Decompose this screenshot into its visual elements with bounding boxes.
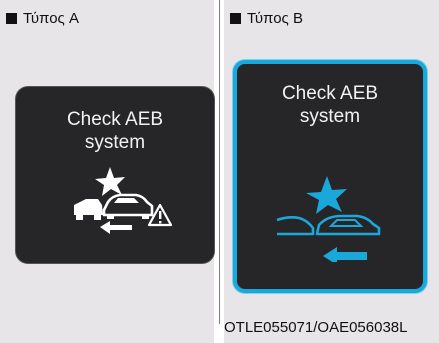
type-b-label-text: Τύπος B <box>247 10 303 27</box>
type-b-label: Τύπος B <box>230 10 303 27</box>
warning-message-line2: system <box>299 106 361 127</box>
bullet-square-icon <box>230 13 241 24</box>
warning-message: Check AEB system <box>237 82 423 128</box>
cluster-display-type-b: Check AEB system <box>233 60 427 293</box>
bullet-square-icon <box>6 13 17 24</box>
warning-message: Check AEB system <box>16 108 214 154</box>
divider <box>219 0 220 324</box>
cluster-display-type-a: Check AEB system <box>16 87 214 263</box>
type-a-label-text: Τύπος A <box>23 10 79 27</box>
figure-code: OTLE055071/OAE056038L <box>224 319 408 336</box>
warning-message-line1: Check AEB <box>281 83 379 104</box>
type-a-label: Τύπος A <box>6 10 79 27</box>
warning-message-line2: system <box>84 132 146 153</box>
aeb-collision-warning-icon <box>276 176 381 262</box>
aeb-collision-warning-icon <box>74 167 172 234</box>
warning-message-line1: Check AEB <box>66 109 164 130</box>
